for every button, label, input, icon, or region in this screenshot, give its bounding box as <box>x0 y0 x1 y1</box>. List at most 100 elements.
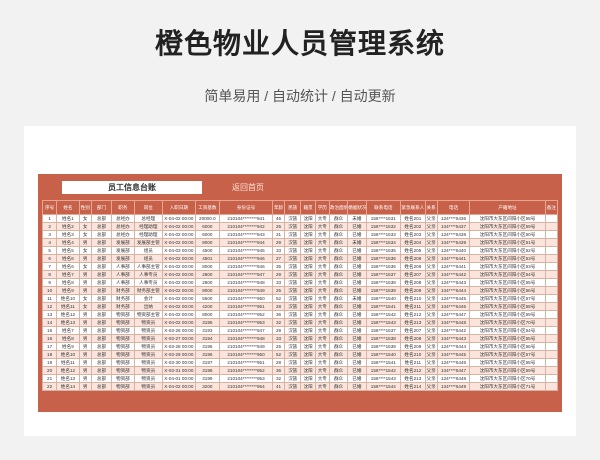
table-cell: 物资员 <box>133 326 164 335</box>
table-cell: 134****5446 <box>436 302 471 311</box>
table-cell: X-04-02 00:00 <box>162 230 196 239</box>
table-cell: 大专 <box>314 342 330 351</box>
table-cell: 发展部 <box>111 254 135 263</box>
table-cell <box>544 366 559 375</box>
table-cell: 134****5442 <box>436 326 471 335</box>
table-cell: 沈阳市大东区间阳小区68号 <box>469 358 546 367</box>
table-cell: 父亲 <box>424 366 438 375</box>
table-cell: 沈阳 <box>300 366 316 375</box>
table-cell: 男 <box>78 278 92 287</box>
table-cell: 会计 <box>133 294 164 303</box>
table-cell: 沈阳 <box>300 214 316 223</box>
table-cell: 52 <box>271 350 286 359</box>
table-cell: 大专 <box>314 374 330 383</box>
table-cell: 姓名211 <box>400 302 426 311</box>
table-cell: 7 <box>41 262 58 271</box>
table-cell: 群众 <box>328 358 349 367</box>
table-cell: 156****1542 <box>365 366 402 375</box>
table-cell: 210104********949 <box>219 342 273 351</box>
table-cell: 经理助理 <box>133 222 164 231</box>
table-cell: 33 <box>271 334 286 343</box>
table-cell: 25 <box>271 222 286 231</box>
table-cell: 210104********947 <box>219 270 273 279</box>
table-cell: 已婚 <box>347 318 367 327</box>
table-cell: 物资员 <box>133 318 164 327</box>
table-row: 21 姓名13 男总部 物资部 物资员 X-04-01 00:00 3199 210104**… <box>41 374 559 383</box>
column-header: 序号 <box>41 200 58 215</box>
table-cell: 姓名206 <box>400 254 426 263</box>
table-cell: 姓名212 <box>400 310 426 319</box>
table-cell: 汉族 <box>284 318 302 327</box>
table-cell: 总经办 <box>111 214 135 223</box>
table-cell: 父亲 <box>424 238 438 247</box>
table-cell: 3195 <box>194 342 221 351</box>
table-cell: 姓名210 <box>400 350 426 359</box>
table-cell: 大专 <box>314 358 330 367</box>
table-row: 13 姓名12 男总部 物资部 物资部主管 X-04-02 00:00 8000 210104… <box>41 310 559 319</box>
table-cell: 沈阳 <box>300 270 316 279</box>
table-cell: 134****5449 <box>436 382 471 391</box>
back-home-link[interactable]: 返回首页 <box>232 181 264 194</box>
table-cell: 大专 <box>314 310 330 319</box>
table-cell: 姓名11 <box>56 358 80 367</box>
table-cell: 姓名13 <box>56 318 80 327</box>
table-cell: 8000 <box>194 262 221 271</box>
table-cell: 134****5444 <box>436 286 471 295</box>
table-cell: X-04-02 00:00 <box>162 262 196 271</box>
table-cell: 沈阳市大东区间阳小区61号 <box>469 238 546 247</box>
table-cell: 姓名212 <box>400 366 426 375</box>
table-cell: X-03-30 00:00 <box>162 358 196 367</box>
table-cell: 41 <box>271 382 286 391</box>
table-cell: 总经理 <box>133 214 164 223</box>
table-cell: 姓名210 <box>400 294 426 303</box>
table-cell: 总部 <box>90 302 113 311</box>
table-cell: 女 <box>78 230 92 239</box>
table-cell: 物资部 <box>111 342 135 351</box>
table-cell: 发展部主管 <box>133 238 164 247</box>
table-cell <box>544 270 559 279</box>
table-cell <box>544 350 559 359</box>
table-cell: 男 <box>78 318 92 327</box>
table-cell: 姓名12 <box>56 310 80 319</box>
table-cell: 总部 <box>90 334 113 343</box>
table-cell: 210104********953 <box>219 374 273 383</box>
column-header: 学历 <box>314 200 330 215</box>
table-cell: 大专 <box>314 334 330 343</box>
employee-table: 序号 姓名 性别 部门 职务 岗位 入职日期 工资基数 身份证号 年龄 民族 籍贯 学历 政治面貌 婚姻状况… <box>41 200 559 391</box>
table-cell: 男 <box>78 342 92 351</box>
table-cell: 28 <box>271 358 286 367</box>
table-row: 9 姓名8 男总部 人事部 人事专员 X-04-02 00:00 2800 210104***… <box>41 278 559 287</box>
table-cell: 32 <box>271 374 286 383</box>
table-cell: 33 <box>271 246 286 255</box>
table-cell: 15 <box>41 326 58 335</box>
table-cell: X-03-29 00:00 <box>162 350 196 359</box>
table-cell: 1 <box>41 214 58 223</box>
table-cell: 8000 <box>194 310 221 319</box>
table-cell: 总部 <box>90 382 113 391</box>
table-cell: 沈阳市大东区间阳小区59号 <box>469 222 546 231</box>
table-cell: 156****1541 <box>365 358 402 367</box>
table-cell: 沈阳市大东区间阳小区70号 <box>469 374 546 383</box>
table-cell: 已婚 <box>347 222 367 231</box>
table-cell: 已婚 <box>347 382 367 391</box>
table-cell: 财务部 <box>111 294 135 303</box>
table-cell: 210104********953 <box>219 318 273 327</box>
table-cell: 156****1532 <box>365 222 402 231</box>
table-cell: 姓名5 <box>56 246 80 255</box>
table-cell: 29 <box>271 270 286 279</box>
table-cell: 沈阳市大东区间阳小区67号 <box>469 350 546 359</box>
column-header: 联系电话 <box>365 200 402 215</box>
table-cell: X-03-26 00:00 <box>162 326 196 335</box>
table-cell: 姓名208 <box>400 334 426 343</box>
table-cell: 已婚 <box>347 358 367 367</box>
table-cell <box>544 382 559 391</box>
table-cell: 9 <box>41 278 58 287</box>
table-cell <box>544 294 559 303</box>
table-cell: 物资部 <box>111 382 135 391</box>
table-cell <box>544 302 559 311</box>
table-cell: 父亲 <box>424 310 438 319</box>
table-cell: 父亲 <box>424 318 438 327</box>
table-cell: 134****5447 <box>436 366 471 375</box>
table-cell: 汉族 <box>284 350 302 359</box>
table-cell: 19 <box>41 358 58 367</box>
